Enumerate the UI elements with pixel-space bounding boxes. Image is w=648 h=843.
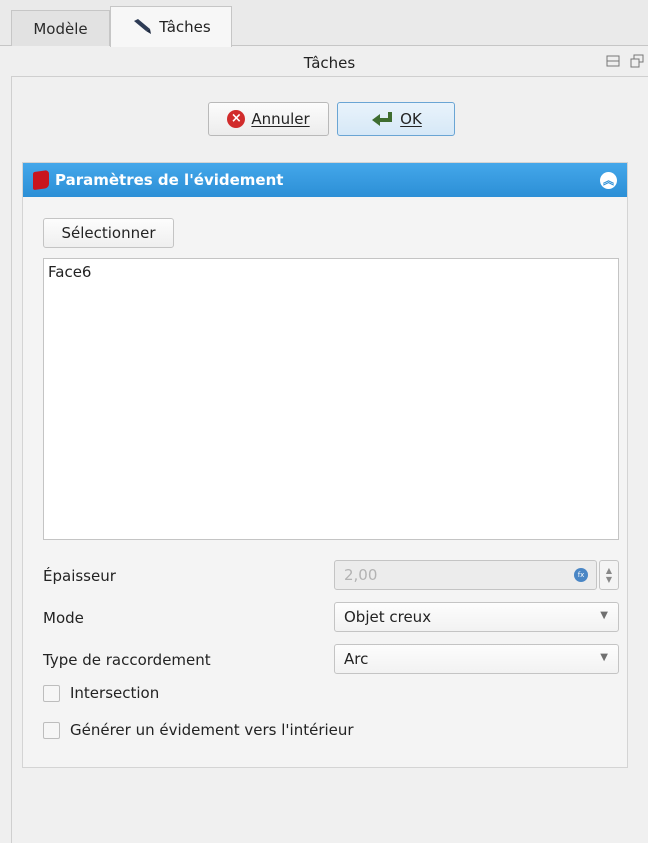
list-item[interactable]: Face6 [48, 263, 614, 281]
mode-label: Mode [43, 609, 84, 627]
collapse-up-icon[interactable]: ︽ [600, 172, 617, 189]
chevron-down-icon[interactable]: ▼ [606, 575, 612, 584]
intersection-option[interactable]: Intersection [43, 684, 159, 702]
dock-title-bar: Tâches [11, 50, 648, 75]
thickness-parameters-section: Paramètres de l'évidement ︽ Sélectionner… [22, 162, 628, 768]
chevron-down-icon: ▼ [600, 652, 608, 663]
thickness-stepper[interactable]: ▲ ▼ [599, 560, 619, 590]
ok-button[interactable]: OK [337, 102, 455, 136]
mode-value: Objet creux [344, 608, 432, 626]
tab-model-label: Modèle [33, 19, 88, 38]
cancel-icon: × [227, 110, 246, 128]
join-type-label: Type de raccordement [43, 651, 211, 669]
dock-float-icon[interactable] [606, 54, 620, 68]
pen-icon [134, 19, 152, 34]
unit-icon: fx [574, 568, 588, 582]
intersection-checkbox[interactable] [43, 684, 60, 702]
task-panel: × Annuler OK Paramètres de l'évidement ︽… [11, 76, 648, 843]
intersection-label: Intersection [70, 684, 160, 702]
thickness-input[interactable]: 2,00 fx [334, 560, 597, 590]
inward-label: Générer un évidement vers l'intérieur [70, 721, 354, 739]
chevron-up-icon[interactable]: ▲ [606, 566, 612, 575]
tab-model[interactable]: Modèle [11, 10, 110, 46]
select-button[interactable]: Sélectionner [43, 218, 174, 248]
cancel-label: Annuler [251, 110, 310, 128]
dock-detach-icon[interactable] [630, 54, 644, 68]
thickness-tool-icon [33, 169, 49, 191]
section-header[interactable]: Paramètres de l'évidement ︽ [23, 163, 627, 197]
ok-arrow-icon [372, 112, 393, 126]
inward-checkbox[interactable] [43, 721, 60, 739]
section-title: Paramètres de l'évidement [55, 171, 284, 189]
select-label: Sélectionner [61, 224, 156, 242]
tab-tasks-label: Tâches [159, 18, 211, 36]
join-type-select[interactable]: Arc ▼ [334, 644, 619, 674]
face-list[interactable]: Face6 [43, 258, 619, 540]
tab-bar: Modèle Tâches [0, 0, 648, 47]
cancel-button[interactable]: × Annuler [208, 102, 329, 136]
chevron-down-icon: ▼ [600, 610, 608, 621]
mode-select[interactable]: Objet creux ▼ [334, 602, 619, 632]
thickness-value: 2,00 [344, 566, 378, 584]
thickness-label: Épaisseur [43, 567, 116, 585]
dock-title: Tâches [303, 53, 356, 72]
join-type-value: Arc [344, 650, 369, 668]
inward-option[interactable]: Générer un évidement vers l'intérieur [43, 721, 354, 739]
tab-tasks[interactable]: Tâches [110, 6, 232, 47]
ok-label: OK [400, 110, 422, 128]
